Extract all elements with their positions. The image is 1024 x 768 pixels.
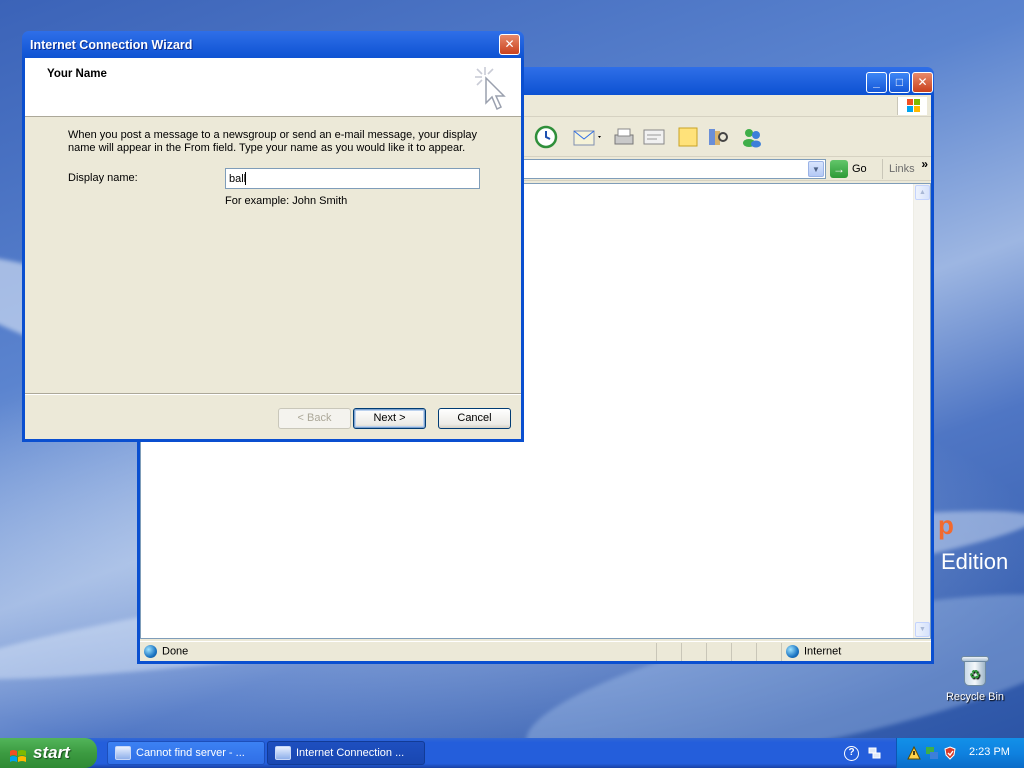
display-name-input[interactable] [225, 168, 480, 189]
security-warning-icon[interactable] [907, 745, 921, 760]
print-icon[interactable] [612, 125, 636, 149]
recycle-bin-shortcut[interactable]: ♻ Recycle Bin [942, 656, 1008, 703]
maximize-button[interactable]: □ [889, 72, 910, 93]
go-button[interactable]: → Go [830, 159, 874, 179]
help-icon[interactable]: ? [844, 746, 859, 761]
minimize-button[interactable]: _ [866, 72, 887, 93]
wizard-header: Your Name [25, 58, 521, 117]
taskbar: start Cannot find server - ... Internet … [0, 738, 1024, 768]
recycle-bin-icon: ♻ [961, 656, 989, 686]
address-dropdown-icon[interactable]: ▼ [808, 161, 824, 177]
wizard-titlebar[interactable]: Internet Connection Wizard ✕ [25, 31, 521, 58]
start-label: start [33, 743, 70, 762]
wizard-step-title: Your Name [47, 68, 107, 80]
research-icon[interactable] [706, 125, 730, 149]
windows-logo-icon [897, 97, 927, 115]
links-chevron-icon[interactable]: » [921, 157, 928, 171]
internet-connection-wizard-dialog: Internet Connection Wizard ✕ Your Name W… [22, 31, 524, 442]
edit-icon[interactable] [642, 125, 666, 149]
vertical-scrollbar[interactable]: ▲ ▼ [913, 184, 930, 638]
windows-flag-icon [9, 745, 27, 762]
browser-task-icon [115, 746, 131, 760]
scroll-down-arrow-icon[interactable]: ▼ [915, 622, 930, 637]
recycle-bin-label: Recycle Bin [945, 691, 1005, 703]
scroll-up-arrow-icon[interactable]: ▲ [915, 185, 930, 200]
start-button[interactable]: start [0, 738, 97, 768]
next-button[interactable]: Next > [353, 408, 426, 429]
back-button[interactable]: < Back [278, 408, 351, 429]
wizard-title: Internet Connection Wizard [30, 38, 193, 52]
go-arrow-icon: → [830, 160, 848, 178]
mail-icon[interactable] [572, 125, 601, 149]
display-name-label: Display name: [68, 172, 138, 184]
wizard-task-icon [275, 746, 291, 760]
go-label: Go [852, 163, 867, 175]
cancel-button[interactable]: Cancel [438, 408, 511, 429]
messenger-icon[interactable] [740, 125, 764, 149]
wizard-close-button[interactable]: ✕ [499, 34, 520, 55]
wizard-instructions: When you post a message to a newsgroup o… [68, 129, 478, 154]
status-text: Done [162, 644, 189, 657]
edition-logo-mark: p [938, 510, 954, 540]
security-shield-icon[interactable] [943, 746, 957, 760]
taskbar-button-wizard[interactable]: Internet Connection ... [267, 741, 425, 765]
network-icon[interactable] [868, 746, 882, 760]
taskbar-button-browser[interactable]: Cannot find server - ... [107, 741, 265, 765]
security-zone-text: Internet [804, 644, 842, 657]
clock[interactable]: 2:23 PM [969, 746, 1010, 758]
wizard-footer-divider [25, 393, 521, 395]
discuss-icon[interactable] [676, 125, 700, 149]
history-icon[interactable] [534, 125, 558, 149]
wizard-cursor-sparkle-icon [471, 63, 511, 115]
network-connection-icon[interactable] [925, 746, 939, 760]
status-bar: Done Internet [140, 641, 931, 661]
taskbar-button-label: Internet Connection ... [296, 747, 405, 759]
text-caret [245, 172, 246, 185]
edition-text: Edition [941, 549, 1009, 574]
internet-zone-icon [786, 644, 799, 658]
taskbar-button-label: Cannot find server - ... [136, 747, 245, 759]
close-button[interactable]: ✕ [912, 72, 933, 93]
page-status-icon [144, 644, 157, 658]
system-tray: 2:23 PM [896, 738, 1024, 768]
display-name-example: For example: John Smith [225, 195, 348, 207]
links-toolbar[interactable]: Links [882, 159, 915, 179]
